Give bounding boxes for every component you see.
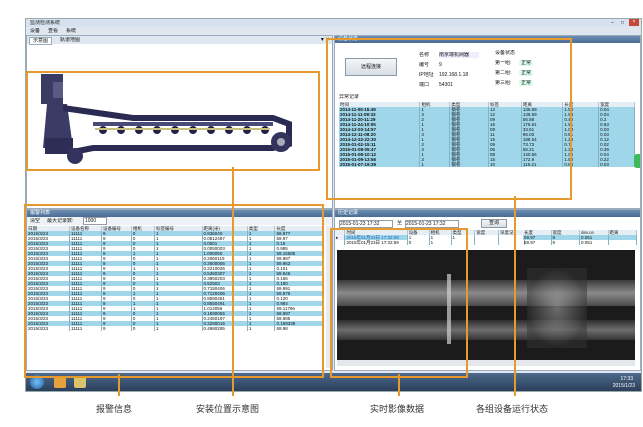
name-value: 南京端机网器 — [439, 52, 479, 58]
clock-date: 2015/1/23 — [612, 383, 635, 389]
state-title: 设备状态 — [495, 50, 516, 56]
table-cell: 11111 — [69, 326, 103, 331]
conveyor-diagram — [41, 74, 292, 164]
tab-bar: 示意图 轨道地图 ▾ × — [27, 36, 332, 45]
clock-time: 17:33 — [620, 376, 633, 382]
table-cell: 0 — [131, 326, 156, 331]
ip-label: IP地址 — [419, 72, 434, 78]
table-cell: 10 — [488, 162, 522, 167]
callout-line — [514, 196, 516, 396]
history-right-table: 长度 宽度 dev.ce 距离 59.97 9 0.051 59.97 9 0.… — [523, 230, 638, 245]
port-value: 54301 — [439, 82, 453, 88]
device-status-title: 设备状态 — [335, 36, 640, 43]
ip-value: 192.168.1.18 — [439, 72, 469, 78]
group1-value: 正常 — [519, 60, 534, 66]
start-icon[interactable] — [30, 375, 44, 389]
group3-value: 正常 — [519, 80, 534, 86]
group2-label: 第二组: — [495, 70, 512, 76]
alarm-panel-title: 报警列表 — [27, 210, 332, 217]
group1-label: 第一组: — [495, 60, 512, 66]
table-cell: 钢卷 — [449, 162, 490, 167]
callout-line — [398, 374, 400, 396]
minimize-icon[interactable]: – — [611, 20, 617, 26]
port-label: 端口 — [419, 82, 430, 88]
id-value: 9 — [439, 62, 442, 68]
clear-button[interactable]: 清空 — [30, 218, 40, 224]
history-panel: 历史记录 2015-01-23 17:32 至 2015-01-23 17:32… — [334, 209, 641, 371]
callout-device-status: 各组设备运行状态 — [476, 404, 549, 414]
callout-line — [232, 167, 234, 396]
desktop: 监测检测系统 – □ × 设备 查看 系统 示意图 轨道地图 ▾ × 报警列表 … — [25, 18, 642, 392]
table-row[interactable]: 2015-01-07-19:29 1 钢卷 10 119.21 0.59 0.03 — [339, 162, 635, 167]
records-table: 时间 相机 类型 标签 距离 长度 宽度 2014-11-05-15:49 1 钢卷… — [339, 102, 635, 167]
to-label: 至 — [397, 220, 403, 226]
image-scrollbar[interactable] — [337, 360, 635, 366]
query-button[interactable]: 查询 — [481, 219, 507, 228]
diagram-panel: 示意图 轨道地图 ▾ × — [26, 35, 333, 209]
menu-device[interactable]: 设备 — [30, 28, 40, 34]
callout-live-image: 实时影像数据 — [370, 404, 425, 414]
group3-label: 第三组: — [495, 80, 512, 86]
table-cell: 9 — [101, 326, 132, 331]
table-row[interactable]: 2015/3/23 11111 9 0 1 0.4980285 1 59.98 — [27, 326, 323, 331]
group2-value: 正常 — [519, 70, 534, 76]
table-cell: 0.03 — [598, 162, 635, 167]
callout-install-diagram: 安装位置示意图 — [196, 404, 260, 414]
history-table: 时间 设备 相机 类型 宽度 深度记 ▸ 2015年01月23日 17:32:5… — [335, 230, 525, 245]
date-from-input[interactable]: 2015-01-23 17:32 — [339, 220, 393, 228]
menu-view[interactable]: 查看 — [48, 28, 58, 34]
app-icon[interactable] — [54, 376, 66, 388]
panel-close-icon[interactable]: ▾ × — [321, 36, 329, 43]
table-cell: 1 — [247, 326, 276, 331]
window-title: 监测检测系统 — [30, 20, 61, 26]
tab-diagram[interactable]: 示意图 — [29, 37, 53, 45]
table-cell: 2015-01-07-19:29 — [339, 162, 421, 167]
alarm-table: 日期 设备名称 设备编号 相机 标签编号 距离(米) 类型 长度 2015/3/… — [27, 226, 323, 331]
close-icon[interactable]: × — [629, 19, 639, 26]
menu-system[interactable]: 系统 — [66, 28, 76, 34]
tab-track-map[interactable]: 轨道地图 — [57, 37, 83, 43]
table-cell: 2015/3/23 — [27, 326, 71, 331]
alarm-panel: 报警列表 清空 最大记录数: 1000 日期 设备名称 设备编号 相机 标签编号… — [26, 209, 333, 371]
table-cell: 0.59 — [562, 162, 600, 167]
menu-bar: 设备 查看 系统 — [26, 27, 326, 34]
alarm-toolbar: 清空 最大记录数: 1000 — [27, 217, 332, 225]
folder-icon[interactable] — [74, 376, 86, 388]
callout-alarm-info: 报警信息 — [96, 404, 133, 414]
maximize-icon[interactable]: □ — [621, 20, 627, 26]
green-indicator — [634, 154, 640, 168]
max-records-input[interactable]: 1000 — [83, 217, 107, 225]
device-status-panel: 设备状态 远程连接 名称 南京端机网器 编号 9 IP地址 192.168.1.… — [334, 35, 641, 209]
id-label: 编号 — [419, 62, 430, 68]
table-row[interactable]: 2015年01月23日 17:32:59 0 1 — [335, 240, 525, 245]
history-title: 历史记录 — [335, 210, 640, 217]
table-cell: 59.98 — [274, 326, 323, 331]
table-cell: 1 — [154, 326, 203, 331]
table-row[interactable]: 59.97 9 0.051 — [523, 240, 638, 245]
connect-button[interactable]: 远程连接 — [345, 58, 397, 76]
name-label: 名称 — [419, 52, 430, 58]
window-titlebar: 监测检测系统 – □ × — [26, 19, 641, 27]
max-records-label: 最大记录数: — [47, 218, 74, 224]
records-title: 异常记录 — [339, 94, 360, 100]
table-cell: 119.21 — [521, 162, 564, 167]
table-cell: 1 — [419, 162, 451, 167]
alarm-scrollbar[interactable] — [326, 226, 332, 368]
date-to-input[interactable]: 2015-01-23 17:32 — [405, 220, 459, 228]
callout-line — [118, 374, 120, 396]
live-image-view[interactable] — [337, 250, 635, 360]
table-cell: 0.4980285 — [202, 326, 248, 331]
